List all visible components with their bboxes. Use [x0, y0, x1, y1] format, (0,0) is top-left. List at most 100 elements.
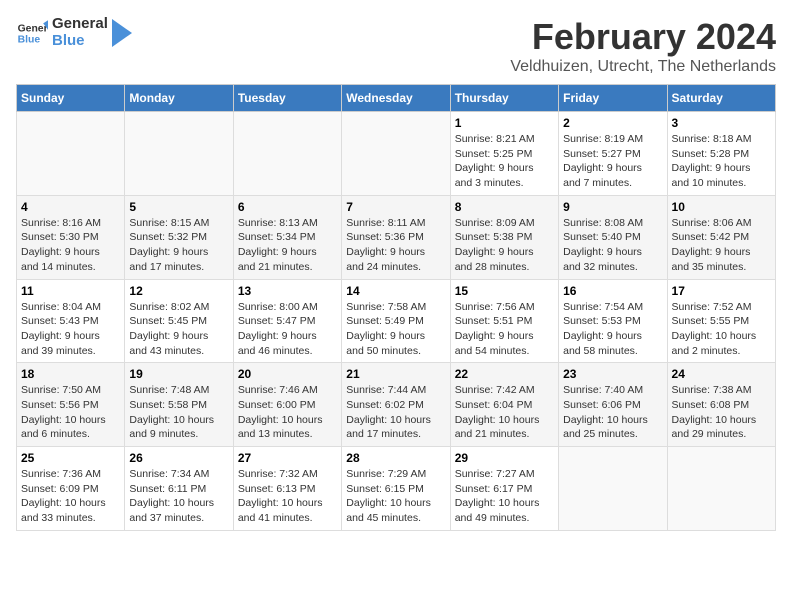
day-number: 11 [21, 284, 120, 298]
day-info: Sunrise: 7:36 AM Sunset: 6:09 PM Dayligh… [21, 467, 120, 526]
calendar-day-cell: 29 Sunrise: 7:27 AM Sunset: 6:17 PM Dayli… [450, 447, 558, 531]
day-number: 20 [238, 367, 337, 381]
calendar-week-row: 4 Sunrise: 8:16 AM Sunset: 5:30 PM Daylig… [17, 195, 776, 279]
day-number: 27 [238, 451, 337, 465]
page-header: General Blue General Blue February 2024 … [16, 16, 776, 76]
day-info: Sunrise: 7:52 AM Sunset: 5:55 PM Dayligh… [672, 300, 771, 359]
day-info: Sunrise: 8:08 AM Sunset: 5:40 PM Dayligh… [563, 216, 662, 275]
day-info: Sunrise: 8:18 AM Sunset: 5:28 PM Dayligh… [672, 132, 771, 191]
weekday-header-cell: Saturday [667, 85, 775, 112]
day-info: Sunrise: 8:13 AM Sunset: 5:34 PM Dayligh… [238, 216, 337, 275]
day-number: 18 [21, 367, 120, 381]
calendar-day-cell: 24 Sunrise: 7:38 AM Sunset: 6:08 PM Dayli… [667, 363, 775, 447]
day-info: Sunrise: 8:21 AM Sunset: 5:25 PM Dayligh… [455, 132, 554, 191]
day-info: Sunrise: 8:09 AM Sunset: 5:38 PM Dayligh… [455, 216, 554, 275]
day-number: 26 [129, 451, 228, 465]
weekday-header-row: SundayMondayTuesdayWednesdayThursdayFrid… [17, 85, 776, 112]
month-title: February 2024 [510, 16, 776, 58]
location-title: Veldhuizen, Utrecht, The Netherlands [510, 58, 776, 76]
calendar-day-cell: 26Sunrise: 7:34 AM Sunset: 6:11 PM Dayli… [125, 447, 233, 531]
day-number: 10 [672, 200, 771, 214]
day-number: 2 [563, 116, 662, 130]
day-number: 23 [563, 367, 662, 381]
weekday-header-cell: Wednesday [342, 85, 450, 112]
day-info: Sunrise: 8:00 AM Sunset: 5:47 PM Dayligh… [238, 300, 337, 359]
day-info: Sunrise: 7:32 AM Sunset: 6:13 PM Dayligh… [238, 467, 337, 526]
calendar-day-cell: 3Sunrise: 8:18 AM Sunset: 5:28 PM Daylig… [667, 112, 775, 196]
calendar-day-cell: 15 Sunrise: 7:56 AM Sunset: 5:51 PM Dayli… [450, 279, 558, 363]
title-area: February 2024 Veldhuizen, Utrecht, The N… [510, 16, 776, 76]
calendar-day-cell [233, 112, 341, 196]
day-info: Sunrise: 7:42 AM Sunset: 6:04 PM Dayligh… [455, 383, 554, 442]
calendar-day-cell: 25 Sunrise: 7:36 AM Sunset: 6:09 PM Dayli… [17, 447, 125, 531]
calendar-day-cell: 19Sunrise: 7:48 AM Sunset: 5:58 PM Dayli… [125, 363, 233, 447]
day-number: 7 [346, 200, 445, 214]
calendar-day-cell [342, 112, 450, 196]
day-info: Sunrise: 8:06 AM Sunset: 5:42 PM Dayligh… [672, 216, 771, 275]
day-info: Sunrise: 8:02 AM Sunset: 5:45 PM Dayligh… [129, 300, 228, 359]
weekday-header-cell: Monday [125, 85, 233, 112]
calendar-day-cell: 16 Sunrise: 7:54 AM Sunset: 5:53 PM Dayli… [559, 279, 667, 363]
calendar-day-cell: 2 Sunrise: 8:19 AM Sunset: 5:27 PM Daylig… [559, 112, 667, 196]
logo-blue: Blue [52, 33, 108, 50]
calendar-day-cell: 21 Sunrise: 7:44 AM Sunset: 6:02 PM Dayli… [342, 363, 450, 447]
day-number: 14 [346, 284, 445, 298]
calendar-body: 1 Sunrise: 8:21 AM Sunset: 5:25 PM Daylig… [17, 112, 776, 531]
day-info: Sunrise: 7:40 AM Sunset: 6:06 PM Dayligh… [563, 383, 662, 442]
calendar-week-row: 11 Sunrise: 8:04 AM Sunset: 5:43 PM Dayli… [17, 279, 776, 363]
calendar-week-row: 18Sunrise: 7:50 AM Sunset: 5:56 PM Dayli… [17, 363, 776, 447]
calendar-week-row: 1 Sunrise: 8:21 AM Sunset: 5:25 PM Daylig… [17, 112, 776, 196]
calendar-day-cell: 13 Sunrise: 8:00 AM Sunset: 5:47 PM Dayli… [233, 279, 341, 363]
day-info: Sunrise: 8:04 AM Sunset: 5:43 PM Dayligh… [21, 300, 120, 359]
day-info: Sunrise: 8:16 AM Sunset: 5:30 PM Dayligh… [21, 216, 120, 275]
calendar-day-cell: 1 Sunrise: 8:21 AM Sunset: 5:25 PM Daylig… [450, 112, 558, 196]
day-info: Sunrise: 7:44 AM Sunset: 6:02 PM Dayligh… [346, 383, 445, 442]
day-number: 4 [21, 200, 120, 214]
day-info: Sunrise: 7:38 AM Sunset: 6:08 PM Dayligh… [672, 383, 771, 442]
logo: General Blue General Blue [16, 16, 132, 49]
day-number: 15 [455, 284, 554, 298]
day-info: Sunrise: 8:11 AM Sunset: 5:36 PM Dayligh… [346, 216, 445, 275]
calendar-day-cell [559, 447, 667, 531]
calendar-week-row: 25 Sunrise: 7:36 AM Sunset: 6:09 PM Dayli… [17, 447, 776, 531]
calendar-day-cell [17, 112, 125, 196]
logo-general: General [52, 16, 108, 33]
calendar-day-cell: 5Sunrise: 8:15 AM Sunset: 5:32 PM Daylig… [125, 195, 233, 279]
calendar-day-cell: 7 Sunrise: 8:11 AM Sunset: 5:36 PM Daylig… [342, 195, 450, 279]
day-number: 25 [21, 451, 120, 465]
svg-text:Blue: Blue [18, 34, 41, 45]
calendar-day-cell: 4 Sunrise: 8:16 AM Sunset: 5:30 PM Daylig… [17, 195, 125, 279]
day-number: 13 [238, 284, 337, 298]
day-info: Sunrise: 7:54 AM Sunset: 5:53 PM Dayligh… [563, 300, 662, 359]
weekday-header-cell: Thursday [450, 85, 558, 112]
calendar-day-cell [125, 112, 233, 196]
day-number: 8 [455, 200, 554, 214]
calendar-day-cell: 28 Sunrise: 7:29 AM Sunset: 6:15 PM Dayli… [342, 447, 450, 531]
day-info: Sunrise: 7:46 AM Sunset: 6:00 PM Dayligh… [238, 383, 337, 442]
day-number: 9 [563, 200, 662, 214]
day-info: Sunrise: 7:58 AM Sunset: 5:49 PM Dayligh… [346, 300, 445, 359]
calendar-day-cell [667, 447, 775, 531]
day-info: Sunrise: 7:27 AM Sunset: 6:17 PM Dayligh… [455, 467, 554, 526]
day-number: 21 [346, 367, 445, 381]
calendar-day-cell: 11 Sunrise: 8:04 AM Sunset: 5:43 PM Dayli… [17, 279, 125, 363]
day-number: 24 [672, 367, 771, 381]
day-info: Sunrise: 8:19 AM Sunset: 5:27 PM Dayligh… [563, 132, 662, 191]
calendar-day-cell: 14 Sunrise: 7:58 AM Sunset: 5:49 PM Dayli… [342, 279, 450, 363]
day-number: 17 [672, 284, 771, 298]
day-info: Sunrise: 8:15 AM Sunset: 5:32 PM Dayligh… [129, 216, 228, 275]
calendar-day-cell: 17 Sunrise: 7:52 AM Sunset: 5:55 PM Dayli… [667, 279, 775, 363]
day-info: Sunrise: 7:48 AM Sunset: 5:58 PM Dayligh… [129, 383, 228, 442]
calendar-day-cell: 27 Sunrise: 7:32 AM Sunset: 6:13 PM Dayli… [233, 447, 341, 531]
day-number: 16 [563, 284, 662, 298]
day-number: 29 [455, 451, 554, 465]
day-number: 28 [346, 451, 445, 465]
day-info: Sunrise: 7:56 AM Sunset: 5:51 PM Dayligh… [455, 300, 554, 359]
weekday-header-cell: Friday [559, 85, 667, 112]
day-number: 1 [455, 116, 554, 130]
day-info: Sunrise: 7:29 AM Sunset: 6:15 PM Dayligh… [346, 467, 445, 526]
calendar-table: SundayMondayTuesdayWednesdayThursdayFrid… [16, 84, 776, 531]
calendar-day-cell: 12Sunrise: 8:02 AM Sunset: 5:45 PM Dayli… [125, 279, 233, 363]
weekday-header-cell: Sunday [17, 85, 125, 112]
calendar-day-cell: 23 Sunrise: 7:40 AM Sunset: 6:06 PM Dayli… [559, 363, 667, 447]
